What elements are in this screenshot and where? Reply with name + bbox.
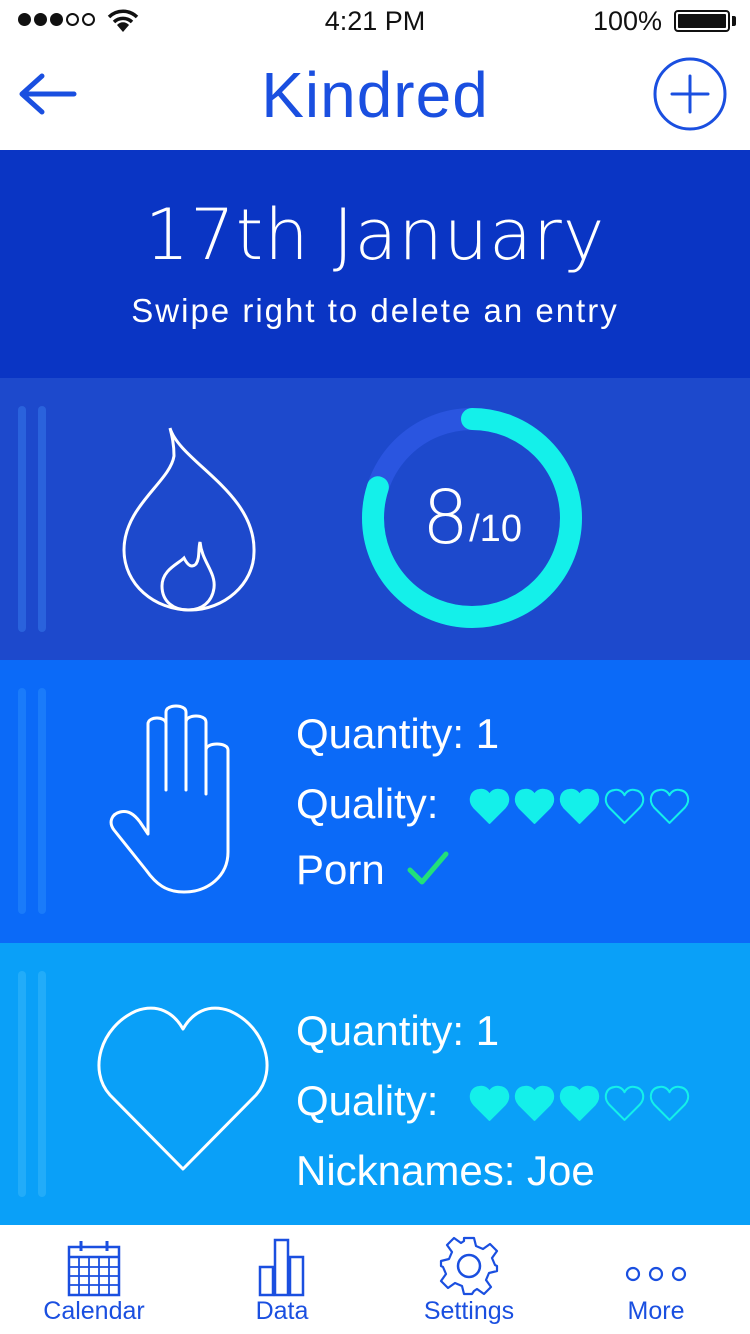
nicknames-text: Nicknames: Joe <box>296 1147 595 1194</box>
drag-handle[interactable] <box>18 406 26 632</box>
drag-handle[interactable] <box>38 688 46 914</box>
heart-filled-icon[interactable] <box>468 1085 511 1123</box>
heart-filled-icon[interactable] <box>558 1085 601 1123</box>
heart-filled-icon[interactable] <box>468 788 511 826</box>
score-value: 8 <box>422 475 470 561</box>
calendar-icon <box>67 1241 121 1297</box>
tab-settings[interactable]: Settings <box>408 1225 530 1334</box>
quality-label: Quality: <box>296 1077 439 1124</box>
battery-icon <box>674 10 730 32</box>
score-total: /10 <box>469 507 522 550</box>
quantity-text: Quantity: 1 <box>296 710 500 757</box>
battery-tip <box>732 16 736 26</box>
quality-rating[interactable] <box>468 788 691 826</box>
tab-data[interactable]: Data <box>232 1225 332 1334</box>
tab-label: Settings <box>423 1297 515 1325</box>
app-title: Kindred <box>261 59 489 131</box>
desire-score: 8/10 <box>360 406 584 630</box>
heart-outline-icon[interactable] <box>603 1085 646 1123</box>
tab-label: More <box>627 1297 685 1325</box>
tab-calendar[interactable]: Calendar <box>28 1225 160 1334</box>
partner-entry-card[interactable]: Quantity: 1 Quality: Nicknames: Joe <box>0 943 750 1225</box>
porn-label: Porn <box>296 846 385 893</box>
tab-label: Data <box>255 1297 309 1325</box>
heart-filled-icon[interactable] <box>558 788 601 826</box>
status-bar: 4:21 PM 100% <box>0 0 750 42</box>
nav-bar: Kindred <box>0 42 750 150</box>
flame-icon <box>122 427 256 612</box>
drag-handle[interactable] <box>38 406 46 632</box>
more-dots-icon <box>625 1266 687 1282</box>
bar-chart-icon <box>258 1238 305 1297</box>
drag-handle[interactable] <box>18 971 26 1197</box>
drag-handle[interactable] <box>18 688 26 914</box>
gear-icon <box>439 1236 499 1296</box>
quality-row: Quality: <box>296 1077 690 1125</box>
quality-rating[interactable] <box>468 1085 691 1123</box>
heart-filled-icon[interactable] <box>513 788 556 826</box>
add-entry-button[interactable] <box>652 56 728 132</box>
heart-outline-icon[interactable] <box>648 788 691 826</box>
solo-entry-card[interactable]: Quantity: 1 Quality: Porn <box>0 660 750 943</box>
battery-percent: 100% <box>592 6 662 36</box>
swipe-hint: Swipe right to delete an entry <box>131 292 619 329</box>
porn-row: Porn <box>296 846 449 894</box>
quality-label: Quality: <box>296 780 439 827</box>
heart-outline-icon[interactable] <box>603 788 646 826</box>
tab-label: Calendar <box>43 1297 145 1325</box>
tab-more[interactable]: More <box>606 1225 706 1334</box>
heart-outline-icon[interactable] <box>648 1085 691 1123</box>
quantity-text: Quantity: 1 <box>296 1007 500 1054</box>
heart-filled-icon[interactable] <box>513 1085 556 1123</box>
desire-entry-card[interactable]: 8/10 <box>0 378 750 660</box>
heart-icon <box>97 1006 269 1171</box>
hand-icon <box>109 704 230 894</box>
tab-bar: Calendar Data Settings More <box>0 1225 750 1334</box>
quality-row: Quality: <box>296 780 690 828</box>
date-title: 17th January <box>144 194 606 276</box>
date-header: 17th January Swipe right to delete an en… <box>0 150 750 378</box>
drag-handle[interactable] <box>38 971 46 1197</box>
check-icon <box>407 851 449 885</box>
